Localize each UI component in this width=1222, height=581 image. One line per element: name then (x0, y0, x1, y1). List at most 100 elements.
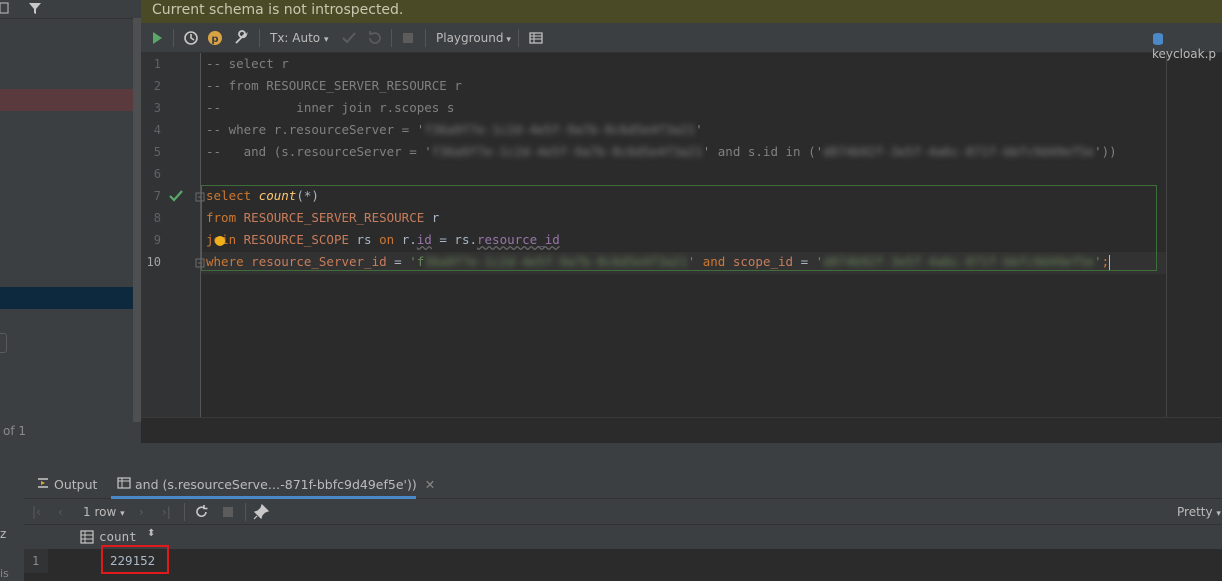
code-line-2[interactable]: -- from RESOURCE_SERVER_RESOURCE r (206, 75, 462, 97)
code-line-5[interactable]: -- and (s.resourceServer = 'f36a9f7e-1c2… (206, 141, 1117, 163)
connection-selector[interactable]: keycloak.p (1152, 30, 1222, 61)
explorer-toolbar (0, 0, 141, 19)
history-icon[interactable] (183, 30, 199, 46)
toolbar-separator (391, 29, 392, 47)
rows-label: 1 row (83, 505, 117, 519)
fold-marker-icon[interactable] (195, 191, 205, 206)
line-number: 3 (153, 101, 161, 115)
redacted-text: d874b92f-3e5f-4a6c-871f-bbfc9d49ef5e (823, 144, 1095, 159)
next-page-icon[interactable]: › (139, 504, 144, 520)
commit-icon[interactable] (341, 30, 357, 46)
filter-icon[interactable] (28, 1, 42, 19)
tab-output[interactable]: Output (36, 476, 97, 494)
redacted-text: f36a9f7e-1c2d-4e5f-9a7b-8c6d5e4f3a21 (424, 122, 696, 137)
code-line-3[interactable]: -- inner join r.scopes s (206, 97, 454, 119)
comment-text: -- and (s.resourceServer = ' (206, 144, 432, 159)
semicolon: ; (1101, 254, 1110, 269)
line-number: 2 (153, 79, 161, 93)
tab-output-label: Output (53, 477, 98, 492)
column-header-count[interactable]: count (99, 529, 137, 544)
code-line-4[interactable]: -- where r.resourceServer = 'f36a9f7e-1c… (206, 119, 703, 141)
line-number: 6 (153, 167, 161, 181)
keyword: and (702, 254, 726, 269)
function-name: count (258, 188, 297, 203)
selected-tree-node[interactable] (0, 287, 141, 309)
line-number: 9 (153, 233, 161, 247)
code-line-10[interactable]: where resource_Server_id = 'f36a9f7e-1c2… (206, 251, 1111, 273)
chevron-down-icon: ▾ (1216, 509, 1221, 519)
column-name: scope_id (732, 254, 794, 269)
settings-wrench-icon[interactable] (233, 30, 249, 46)
last-page-icon[interactable]: ›| (162, 504, 171, 520)
code-line-7[interactable]: select count(*) (206, 185, 319, 207)
keyword: select (206, 188, 252, 203)
alias: rs (356, 232, 372, 247)
first-page-icon[interactable]: |‹ (32, 504, 41, 520)
editor-horizontal-scrollbar[interactable] (141, 417, 1222, 444)
table-name: RESOURCE_SCOPE (243, 232, 349, 247)
fold-marker-icon[interactable] (195, 257, 205, 272)
view-mode-dropdown[interactable]: Pretty ▾ (1177, 504, 1221, 520)
parameters-icon[interactable]: p (207, 30, 223, 46)
sort-icon[interactable]: ⬍ (147, 528, 155, 539)
database-icon (1152, 32, 1166, 46)
line-number: 4 (153, 123, 161, 137)
toolbar-separator (518, 29, 519, 47)
output-icon (36, 476, 50, 495)
comment-text: -- where r.resourceServer = ' (206, 122, 425, 137)
editor-toolbar: p Tx: Auto ▾ Playground ▾ keycloak.p (141, 23, 1222, 61)
keyword: on (379, 232, 395, 247)
stop-icon[interactable] (220, 504, 236, 520)
result-grid-header: count ⬍ (24, 525, 1222, 549)
toolbar-separator (184, 503, 185, 521)
code-line-9[interactable]: join RESOURCE_SCOPE rs on r.id = rs.reso… (206, 229, 560, 251)
truncated-label: is (0, 567, 9, 580)
toolbar-separator (245, 503, 246, 521)
page-indicator: of 1 (3, 424, 27, 438)
code-line-8[interactable]: from RESOURCE_SERVER_RESOURCE r (206, 207, 439, 229)
keyword: where (206, 254, 244, 269)
line-number: 1 (153, 57, 161, 71)
transaction-mode-dropdown[interactable]: Tx: Auto ▾ (270, 30, 329, 46)
selected-tree-node-error[interactable] (0, 89, 141, 111)
column-icon (80, 530, 94, 548)
tx-mode-label: Tx: Auto (270, 31, 321, 45)
string-literal: ' (687, 254, 696, 269)
code-line-1[interactable]: -- select r (206, 53, 289, 75)
execute-icon[interactable] (151, 30, 163, 46)
chevron-down-icon: ▾ (120, 509, 125, 519)
statement-success-check-icon (168, 189, 184, 207)
truncated-label: z (0, 527, 7, 541)
table-view-icon[interactable] (528, 30, 544, 46)
refresh-icon[interactable] (194, 504, 210, 520)
tab-query-result[interactable]: and (s.resourceServe…-871f-bbfc9d49ef5e'… (117, 476, 435, 494)
intention-bulb-icon[interactable] (214, 235, 226, 251)
alias: r (431, 210, 440, 225)
playground-dropdown[interactable]: Playground ▾ (436, 30, 511, 46)
line-number-current: 10 (146, 255, 161, 269)
redacted-text: d874b92f-3e5f-4a6c-871f-bbfc9d49ef5e (823, 254, 1095, 269)
table-row (24, 549, 1222, 573)
results-toolbar: |‹ ‹ 1 row ▾ › ›| Pretty ▾ (24, 499, 1222, 525)
pin-tab-icon[interactable] (253, 504, 269, 520)
explorer-search-field[interactable] (0, 333, 7, 353)
string-literal: 'f (409, 254, 425, 269)
explorer-scrollbar[interactable] (133, 18, 141, 422)
table-icon (117, 476, 131, 495)
row-count-dropdown[interactable]: 1 row ▾ (83, 504, 125, 520)
code-text: r. (401, 232, 417, 247)
annotation-highlight-box (101, 545, 169, 574)
line-number: 5 (153, 145, 161, 159)
schema-warning-banner: Current schema is not introspected. (141, 0, 1222, 23)
prev-page-icon[interactable]: ‹ (58, 504, 63, 520)
stop-icon[interactable] (400, 30, 416, 46)
toolbar-separator (425, 29, 426, 47)
redacted-text: 36a9f7e-1c2d-4e5f-9a7b-8c6d5e4f3a21 (424, 254, 688, 269)
layout-icon[interactable] (0, 1, 10, 19)
close-icon[interactable]: ✕ (425, 477, 435, 492)
panel-splitter[interactable] (0, 443, 1222, 471)
rollback-icon[interactable] (366, 30, 382, 46)
line-number: 7 (153, 189, 161, 203)
code-text: = rs. (431, 232, 477, 247)
view-mode-label: Pretty (1177, 505, 1213, 519)
